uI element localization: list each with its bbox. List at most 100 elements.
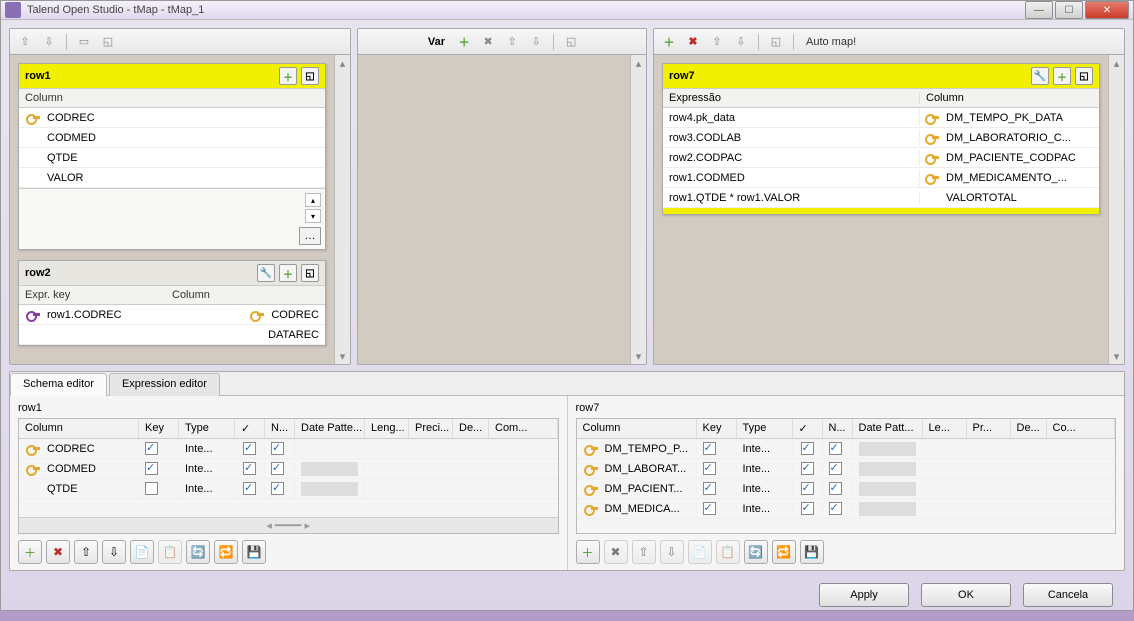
type-cell[interactable]: Inte...: [737, 481, 793, 497]
table-row[interactable]: CODREC: [19, 108, 325, 128]
add-column-icon[interactable]: ＋: [279, 264, 297, 282]
checkbox[interactable]: [243, 482, 256, 495]
column-header[interactable]: Leng...: [365, 419, 409, 438]
delete-button[interactable]: ✖: [46, 540, 70, 564]
column-header[interactable]: Column: [577, 419, 697, 438]
column-header[interactable]: N...: [265, 419, 295, 438]
checkbox[interactable]: [801, 442, 814, 455]
save-button[interactable]: 💾: [800, 540, 824, 564]
up-icon[interactable]: ⇧: [16, 33, 34, 51]
scrollbar[interactable]: ▴▾: [334, 55, 350, 364]
checkbox[interactable]: [243, 462, 256, 475]
export-button[interactable]: 🔁: [214, 540, 238, 564]
close-button[interactable]: ✕: [1085, 1, 1129, 19]
type-cell[interactable]: Inte...: [179, 461, 235, 477]
automap-button[interactable]: Auto map!: [802, 36, 856, 48]
table-row[interactable]: VALOR: [19, 168, 325, 188]
type-cell[interactable]: Inte...: [179, 441, 235, 457]
table-row[interactable]: row1.CODMEDDM_MEDICAMENTO_...: [663, 168, 1099, 188]
maximize-button[interactable]: ☐: [1055, 1, 1083, 19]
add-column-icon[interactable]: ＋: [279, 67, 297, 85]
key-checkbox[interactable]: [703, 462, 716, 475]
table-row[interactable]: row2.CODPACDM_PACIENTE_CODPAC: [663, 148, 1099, 168]
column-header[interactable]: Column: [19, 419, 139, 438]
add-icon[interactable]: ＋: [455, 33, 473, 51]
restore-icon[interactable]: ◱: [767, 33, 785, 51]
expand-icon[interactable]: ◱: [301, 264, 319, 282]
export-button[interactable]: 🔁: [772, 540, 796, 564]
table-row[interactable]: DATAREC: [19, 325, 325, 345]
nullable-checkbox[interactable]: [829, 482, 842, 495]
column-header[interactable]: Date Patt...: [853, 419, 923, 438]
column-header[interactable]: Le...: [923, 419, 967, 438]
h-scrollbar[interactable]: ◂ ━━━━ ▸: [19, 517, 558, 533]
down-icon[interactable]: ⇩: [527, 33, 545, 51]
scroll-down-icon[interactable]: ▾: [305, 209, 321, 223]
column-header[interactable]: Date Patte...: [295, 419, 365, 438]
copy-button[interactable]: 📄: [130, 540, 154, 564]
table-row[interactable]: row3.CODLABDM_LABORATORIO_C...: [663, 128, 1099, 148]
scroll-up-icon[interactable]: ▴: [305, 193, 321, 207]
column-header[interactable]: De...: [453, 419, 489, 438]
ok-button[interactable]: OK: [921, 583, 1011, 607]
nullable-checkbox[interactable]: [829, 442, 842, 455]
restore-icon[interactable]: ◱: [99, 33, 117, 51]
key-checkbox[interactable]: [145, 462, 158, 475]
type-cell[interactable]: Inte...: [737, 461, 793, 477]
move-up-button[interactable]: ⇧: [74, 540, 98, 564]
nullable-checkbox[interactable]: [829, 462, 842, 475]
checkbox[interactable]: [801, 462, 814, 475]
settings-icon[interactable]: 🔧: [257, 264, 275, 282]
key-checkbox[interactable]: [703, 502, 716, 515]
type-cell[interactable]: Inte...: [179, 481, 235, 497]
table-row[interactable]: QTDE: [19, 148, 325, 168]
import-button[interactable]: 🔄: [744, 540, 768, 564]
column-header[interactable]: Key: [139, 419, 179, 438]
import-button[interactable]: 🔄: [186, 540, 210, 564]
type-cell[interactable]: Inte...: [737, 501, 793, 517]
column-header[interactable]: ✓: [235, 419, 265, 438]
cancel-button[interactable]: Cancela: [1023, 583, 1113, 607]
add-column-icon[interactable]: ＋: [1053, 67, 1071, 85]
type-cell[interactable]: Inte...: [737, 441, 793, 457]
checkbox[interactable]: [801, 482, 814, 495]
schema-row[interactable]: DM_TEMPO_P...Inte...: [577, 439, 1116, 459]
nullable-checkbox[interactable]: [829, 502, 842, 515]
apply-button[interactable]: Apply: [819, 583, 909, 607]
nullable-checkbox[interactable]: [271, 462, 284, 475]
column-header[interactable]: De...: [1011, 419, 1047, 438]
schema-row[interactable]: CODRECInte...: [19, 439, 558, 459]
output-table-row7[interactable]: row7 🔧 ＋ ◱ Expressão Column row4.pk_data…: [662, 63, 1100, 215]
nullable-checkbox[interactable]: [271, 482, 284, 495]
checkbox[interactable]: [801, 502, 814, 515]
input-table-row2[interactable]: row2 🔧 ＋ ◱ Expr. key Column row1.CODRECC…: [18, 260, 326, 346]
column-header[interactable]: Preci...: [409, 419, 453, 438]
table-row[interactable]: row1.QTDE * row1.VALORVALORTOTAL: [663, 188, 1099, 208]
expand-icon[interactable]: ◱: [1075, 67, 1093, 85]
add-button[interactable]: ＋: [18, 540, 42, 564]
column-header[interactable]: Type: [737, 419, 793, 438]
settings-icon[interactable]: 🔧: [1031, 67, 1049, 85]
minimize-icon[interactable]: ▭: [75, 33, 93, 51]
schema-row[interactable]: DM_MEDICA...Inte...: [577, 499, 1116, 519]
key-checkbox[interactable]: [703, 482, 716, 495]
move-down-button[interactable]: ⇩: [102, 540, 126, 564]
expand-icon[interactable]: ◱: [301, 67, 319, 85]
tab-expression-editor[interactable]: Expression editor: [109, 373, 220, 396]
checkbox[interactable]: [243, 442, 256, 455]
key-checkbox[interactable]: [145, 482, 158, 495]
schema-row[interactable]: CODMEDInte...: [19, 459, 558, 479]
tab-schema-editor[interactable]: Schema editor: [10, 373, 107, 396]
expression-button[interactable]: …: [299, 227, 321, 245]
minimize-button[interactable]: —: [1025, 1, 1053, 19]
up-icon[interactable]: ⇧: [708, 33, 726, 51]
schema-row[interactable]: DM_LABORAT...Inte...: [577, 459, 1116, 479]
down-icon[interactable]: ⇩: [732, 33, 750, 51]
delete-icon[interactable]: ✖: [684, 33, 702, 51]
key-checkbox[interactable]: [145, 442, 158, 455]
add-icon[interactable]: ＋: [660, 33, 678, 51]
save-button[interactable]: 💾: [242, 540, 266, 564]
column-header[interactable]: Pr...: [967, 419, 1011, 438]
column-header[interactable]: ✓: [793, 419, 823, 438]
schema-row[interactable]: DM_PACIENT...Inte...: [577, 479, 1116, 499]
